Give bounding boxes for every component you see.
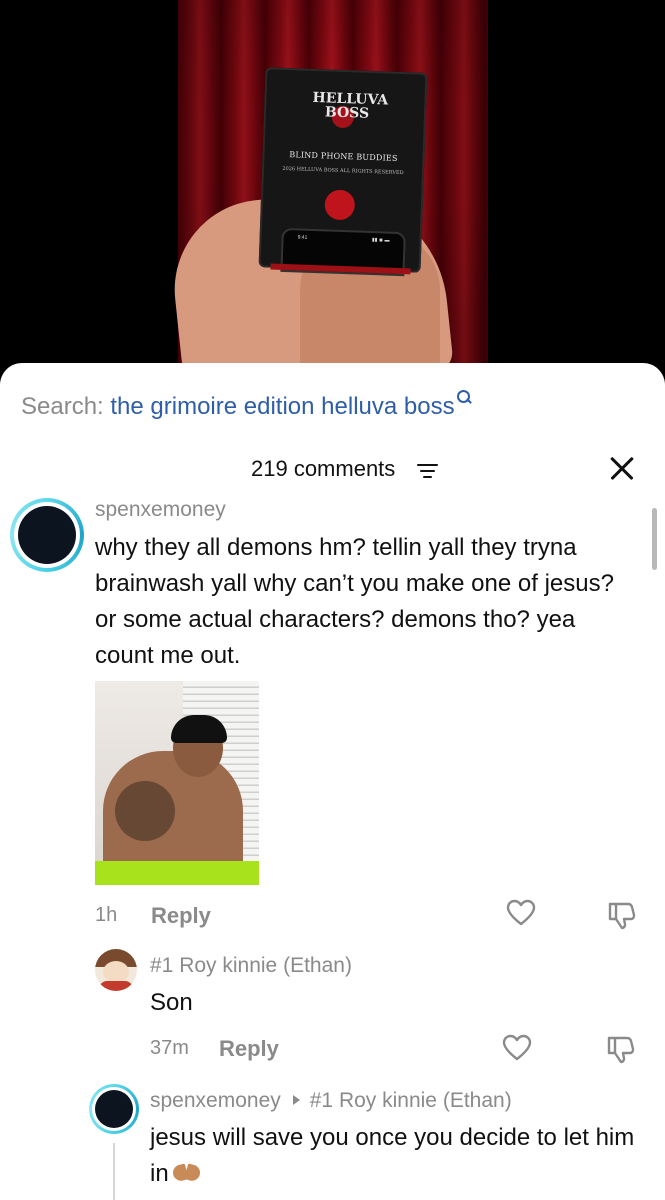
search-icon[interactable] bbox=[456, 390, 472, 404]
comment-time: 1h bbox=[95, 904, 118, 926]
reply-arrow-icon bbox=[292, 1095, 300, 1106]
comment-text: Son bbox=[150, 989, 193, 1016]
comment-username[interactable]: spenxemoney bbox=[150, 1089, 281, 1112]
comment-username[interactable]: spenxemoney bbox=[95, 498, 226, 522]
dislike-icon[interactable] bbox=[607, 900, 637, 930]
box-logo: HELLUVA BOSS bbox=[311, 90, 388, 138]
reply-button[interactable]: Reply bbox=[219, 1036, 279, 1062]
box-title: BLIND PHONE BUDDIES bbox=[289, 150, 398, 163]
comment-count: 219 comments bbox=[251, 456, 396, 481]
reply-to-username[interactable]: #1 Roy kinnie (Ethan) bbox=[310, 1089, 512, 1112]
scrollbar[interactable] bbox=[652, 508, 657, 570]
filter-icon[interactable] bbox=[417, 462, 439, 480]
comment-text: why they all demons hm? tellin yall they… bbox=[95, 534, 614, 669]
comment-time: 37m bbox=[150, 1037, 189, 1059]
heart-hands-emoji-icon bbox=[170, 1161, 202, 1185]
comment-username[interactable]: #1 Roy kinnie (Ethan) bbox=[150, 954, 352, 978]
search-query[interactable]: the grimoire edition helluva boss bbox=[110, 393, 454, 420]
avatar[interactable] bbox=[95, 949, 137, 991]
video-player[interactable]: HELLUVA BOSS BLIND PHONE BUDDIES 2026 HE… bbox=[0, 0, 665, 380]
thread-line bbox=[113, 1143, 115, 1200]
character-illustration bbox=[324, 189, 356, 221]
box-subtitle: 2026 HELLUVA BOSS ALL RIGHTS RESERVED bbox=[282, 165, 404, 177]
avatar[interactable] bbox=[89, 1084, 139, 1134]
comments-sheet: Search: the grimoire edition helluva bos… bbox=[0, 363, 665, 1200]
close-icon[interactable] bbox=[609, 455, 635, 481]
like-heart-icon[interactable] bbox=[506, 899, 536, 927]
search-label: Search: bbox=[21, 393, 111, 420]
comment-image[interactable] bbox=[95, 681, 259, 885]
like-heart-icon[interactable] bbox=[502, 1034, 532, 1062]
dislike-icon[interactable] bbox=[606, 1034, 636, 1064]
product-box: HELLUVA BOSS BLIND PHONE BUDDIES 2026 HE… bbox=[258, 67, 428, 277]
comment-text: jesus will save you once you decide to l… bbox=[150, 1124, 635, 1187]
reply-header: spenxemoney #1 Roy kinnie (Ethan) bbox=[150, 1089, 512, 1113]
comments-header: 219 comments bbox=[0, 456, 665, 486]
search-suggestion[interactable]: Search: the grimoire edition helluva bos… bbox=[21, 390, 472, 421]
avatar[interactable] bbox=[10, 498, 84, 572]
reply-button[interactable]: Reply bbox=[151, 903, 211, 929]
